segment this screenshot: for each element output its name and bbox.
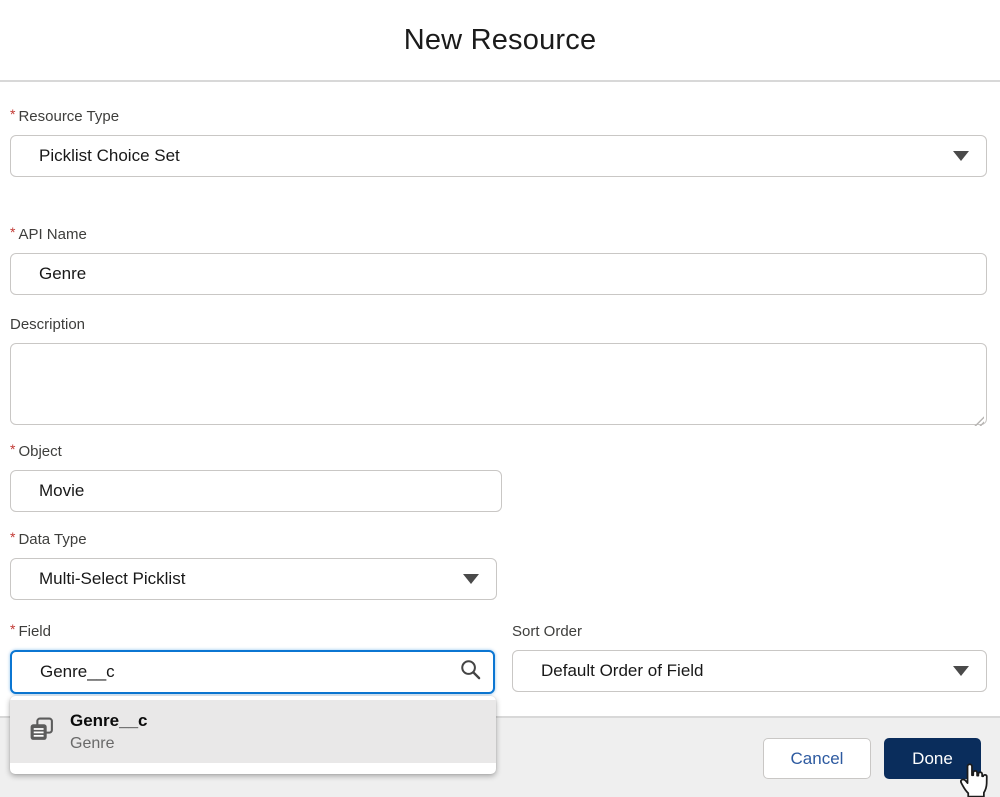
suggestion-item-genre[interactable]: Genre__c Genre [10, 700, 496, 763]
description-field-group: Description [10, 316, 987, 430]
sort-order-field-group: Sort Order Default Order of Field [512, 623, 987, 692]
data-type-combobox[interactable]: Multi-Select Picklist [10, 558, 497, 600]
sort-order-combobox[interactable]: Default Order of Field [512, 650, 987, 692]
data-type-field-group: * Data Type Multi-Select Picklist [10, 529, 497, 600]
field-search-input[interactable] [10, 650, 495, 694]
required-asterisk: * [10, 441, 16, 457]
api-name-label: * API Name [10, 224, 87, 243]
chevron-down-icon [463, 574, 479, 584]
field-field-group: * Field [10, 621, 495, 694]
resource-type-combobox[interactable]: Picklist Choice Set [10, 135, 987, 177]
modal-header: New Resource [0, 0, 1000, 82]
done-button[interactable]: Done [884, 738, 981, 779]
description-textarea[interactable] [10, 343, 987, 425]
api-name-field-group: * API Name [10, 224, 987, 295]
description-textarea-wrap [10, 343, 987, 430]
cancel-button[interactable]: Cancel [763, 738, 871, 779]
resource-type-field-group: * Resource Type Picklist Choice Set [10, 106, 987, 177]
data-type-value: Multi-Select Picklist [39, 569, 186, 588]
sort-order-label: Sort Order [512, 623, 583, 640]
object-input[interactable] [10, 470, 502, 512]
object-label: * Object [10, 441, 62, 460]
sort-order-value: Default Order of Field [541, 661, 704, 680]
data-type-label: * Data Type [10, 529, 87, 548]
required-asterisk: * [10, 106, 16, 122]
object-field-group: * Object [10, 441, 502, 512]
chevron-down-icon [953, 666, 969, 676]
required-asterisk: * [10, 224, 16, 240]
search-icon [459, 658, 482, 686]
field-label: * Field [10, 621, 51, 640]
suggestion-subtitle: Genre [70, 734, 115, 752]
suggestion-title: Genre__c [70, 710, 148, 730]
required-asterisk: * [10, 621, 16, 637]
required-asterisk: * [10, 529, 16, 545]
resource-type-value: Picklist Choice Set [39, 146, 180, 165]
field-suggestions-panel: Genre__c Genre [10, 696, 496, 774]
new-resource-modal: New Resource * Resource Type Picklist Cho… [0, 0, 1000, 797]
modal-title: New Resource [403, 23, 597, 56]
chevron-down-icon [953, 151, 969, 161]
suggestion-text: Genre__c Genre [70, 709, 148, 755]
api-name-input[interactable] [10, 253, 987, 295]
field-search-wrap [10, 650, 495, 694]
picklist-type-icon [28, 716, 55, 748]
description-label: Description [10, 316, 86, 333]
resource-type-label: * Resource Type [10, 106, 120, 125]
